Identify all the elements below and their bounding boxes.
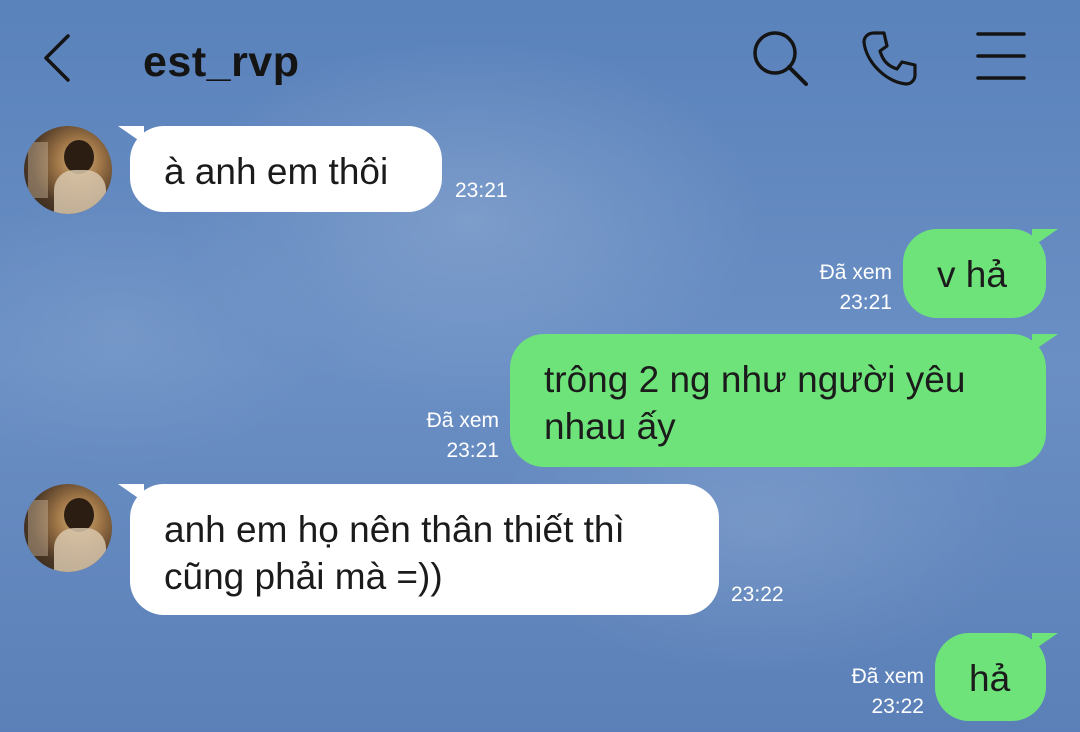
message-meta: Đã xem 23:22 — [812, 662, 924, 722]
read-status: Đã xem — [819, 261, 892, 284]
message-bubble-outgoing[interactable]: hả — [935, 633, 1058, 721]
read-status: Đã xem — [426, 409, 499, 432]
message-time: 23:21 — [839, 291, 892, 314]
message-time: 23:21 — [446, 439, 499, 462]
menu-icon[interactable] — [972, 28, 1032, 88]
message-bubble-outgoing[interactable]: trông 2 ng như người yêu nhau ấy — [510, 334, 1058, 467]
message-meta: Đã xem 23:21 — [387, 406, 499, 466]
message-time: 23:22 — [731, 583, 784, 606]
message-time: 23:22 — [871, 695, 924, 718]
message-text: hả — [969, 658, 1011, 699]
message-text: trông 2 ng như người yêu nhau ấy — [544, 359, 966, 447]
message-bubble-outgoing[interactable]: v hả — [903, 229, 1058, 318]
contact-avatar[interactable] — [24, 484, 112, 572]
message-text: à anh em thôi — [164, 151, 389, 192]
message-bubble-incoming[interactable]: anh em họ nên thân thiết thì cũng phải m… — [118, 484, 719, 615]
chevron-left-icon[interactable] — [38, 30, 78, 86]
chat-header: est_rvp — [0, 0, 1080, 120]
chat-title: est_rvp — [143, 38, 300, 86]
search-icon[interactable] — [750, 28, 810, 88]
message-text: v hả — [937, 254, 1007, 295]
phone-icon[interactable] — [860, 28, 920, 88]
message-text: anh em họ nên thân thiết thì cũng phải m… — [164, 509, 625, 597]
read-status: Đã xem — [851, 665, 924, 688]
message-meta: Đã xem 23:21 — [780, 258, 892, 318]
message-bubble-incoming[interactable]: à anh em thôi — [118, 126, 442, 212]
contact-avatar[interactable] — [24, 126, 112, 214]
message-time: 23:21 — [455, 179, 508, 202]
